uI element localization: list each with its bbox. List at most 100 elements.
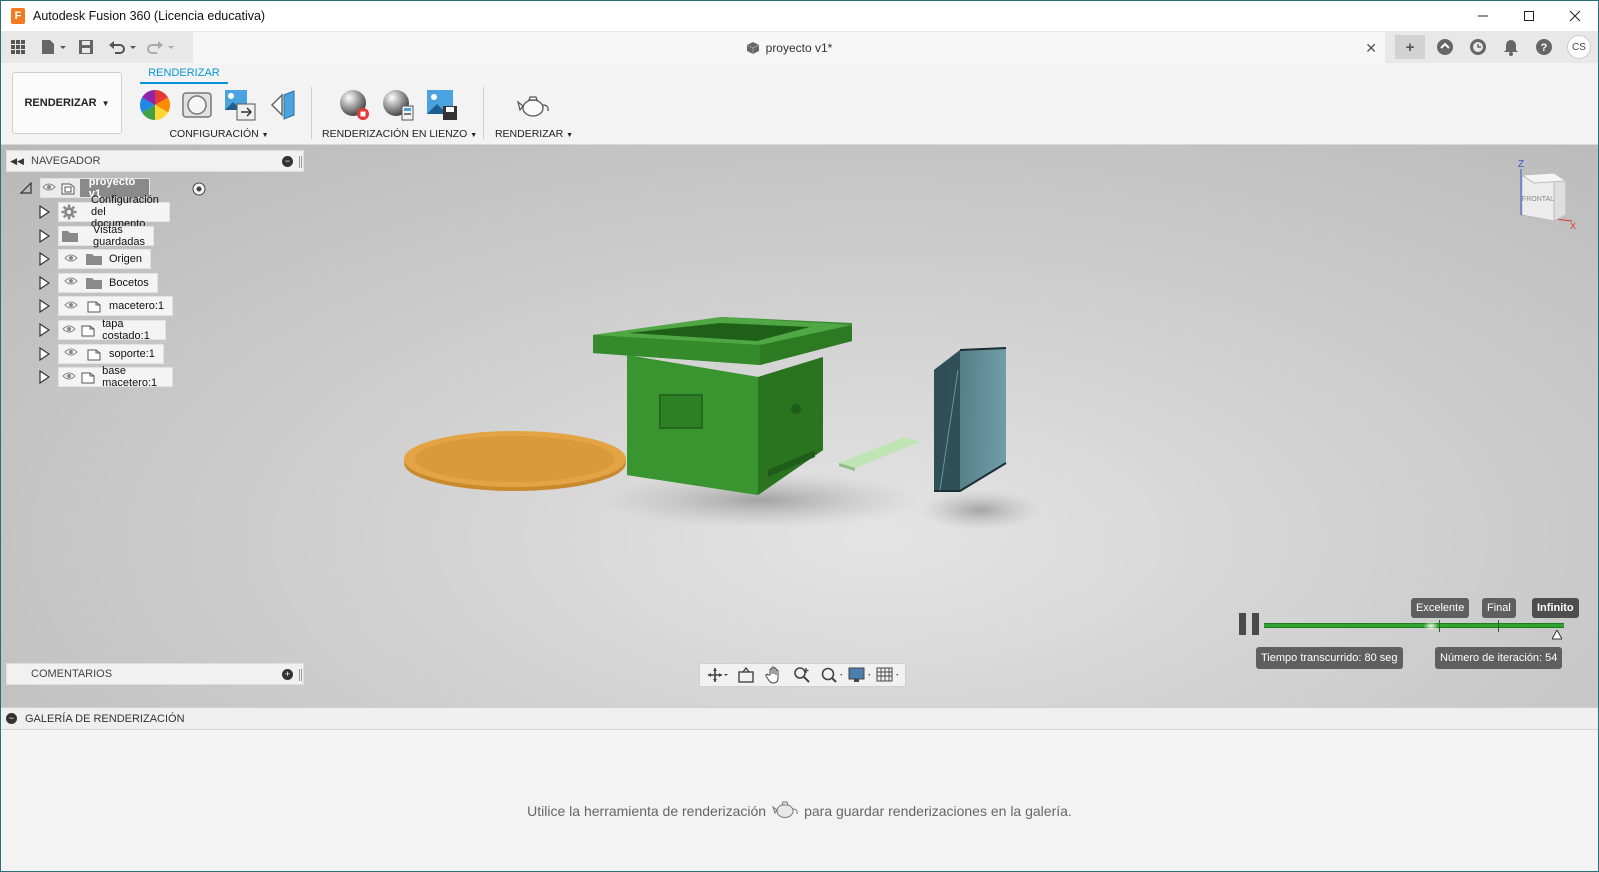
tree-item[interactable]: Configuración del documento (58, 194, 170, 230)
iteration-count-badge: Número de iteración: 54 (1435, 647, 1563, 669)
look-at-icon (738, 667, 754, 683)
new-tab-button[interactable]: + (1395, 35, 1425, 59)
caret-down-icon: ▼ (261, 132, 269, 139)
capture-image-button[interactable] (380, 87, 416, 123)
collapse-left-icon[interactable]: ◀◀ (7, 156, 27, 167)
orbit-icon (708, 668, 729, 682)
grid-icon (876, 667, 898, 682)
minimize-button[interactable] (1460, 1, 1506, 31)
progress-tick (1498, 620, 1499, 632)
document-tab-title: proyecto v1* (765, 40, 833, 55)
setup-group-label[interactable]: CONFIGURACIÓN ▼ (134, 128, 304, 140)
caret-down-icon: ▼ (470, 132, 478, 139)
close-tab-button[interactable]: ✕ (1365, 40, 1377, 57)
orbit-button[interactable] (707, 665, 729, 685)
canvas-viewport[interactable]: Z X FRONTAL ◀◀ NAVEGADOR − proyecto v1 C… (0, 145, 1599, 707)
tree-item[interactable]: tapa costado:1 (58, 318, 166, 342)
eye-icon[interactable] (61, 276, 81, 289)
redo-icon (147, 41, 174, 54)
tree-item[interactable]: Origen (58, 249, 152, 270)
eye-icon[interactable] (61, 347, 81, 360)
glass-shadow (920, 490, 1040, 530)
eye-icon[interactable] (61, 324, 76, 337)
workspace-switcher[interactable]: RENDERIZAR ▼ (12, 72, 122, 134)
gallery-header[interactable]: − GALERÍA DE RENDERIZACIÓN (0, 708, 1599, 730)
notifications-button[interactable] (1498, 35, 1524, 59)
workspace-label: RENDERIZAR (24, 97, 97, 109)
tree-item[interactable]: Bocetos (58, 272, 158, 293)
panel-grip-icon[interactable] (299, 669, 302, 681)
eye-icon[interactable] (61, 300, 81, 313)
canvas-render-label-text: RENDERIZACIÓN EN LIENZO (322, 128, 468, 140)
expand-triangle-icon[interactable] (38, 275, 50, 290)
quick-access-toolbar: proyecto v1* ✕ + ? CS (0, 31, 1599, 63)
panel-grip-icon[interactable] (299, 156, 302, 168)
minimize-panel-icon[interactable]: − (282, 156, 293, 167)
display-settings-button[interactable] (848, 665, 870, 685)
file-menu-button[interactable] (40, 35, 68, 59)
tree-item-label: Vistas guardadas (93, 223, 145, 248)
canvas-render-group-label[interactable]: RENDERIZACIÓN EN LIENZO ▼ (322, 128, 478, 140)
pause-render-button[interactable] (1239, 613, 1259, 635)
undo-button[interactable] (108, 35, 138, 59)
save-button[interactable] (78, 35, 94, 59)
eye-icon[interactable] (61, 371, 76, 384)
job-status-button[interactable] (1465, 35, 1491, 59)
expand-triangle-icon[interactable] (38, 299, 50, 314)
quality-excellent-label[interactable]: Excelente (1411, 598, 1470, 618)
zoom-button[interactable] (791, 665, 813, 685)
eye-icon[interactable] (61, 253, 81, 266)
quality-final-label[interactable]: Final (1482, 598, 1516, 618)
render-group-label[interactable]: RENDERIZAR ▼ (494, 128, 574, 140)
redo-button[interactable] (146, 35, 176, 59)
expand-triangle-icon[interactable] (38, 370, 50, 385)
tree-item[interactable]: base macetero:1 (58, 365, 174, 389)
add-comment-icon[interactable]: + (282, 669, 293, 680)
appearance-button[interactable] (138, 87, 173, 123)
render-button[interactable] (516, 87, 552, 123)
tab-renderizar[interactable]: RENDERIZAR (140, 67, 228, 84)
fit-button[interactable] (820, 665, 842, 685)
activate-radio-icon[interactable] (191, 181, 207, 200)
help-icon: ? (1536, 39, 1552, 55)
expand-triangle-icon[interactable] (38, 228, 50, 243)
physical-material-button[interactable] (181, 87, 216, 123)
eye-icon[interactable] (41, 182, 58, 195)
look-at-button[interactable] (735, 665, 757, 685)
expand-triangle-icon[interactable] (38, 205, 50, 219)
progress-glow (1424, 622, 1438, 630)
title-bar: F Autodesk Fusion 360 (Licencia educativ… (0, 0, 1599, 31)
collapse-gallery-icon[interactable]: − (6, 713, 17, 724)
image-save-icon (427, 90, 457, 120)
expand-triangle-icon[interactable] (38, 346, 50, 361)
tree-item[interactable]: Vistas guardadas (58, 223, 154, 248)
stop-canvas-render-button[interactable] (336, 87, 372, 123)
quality-infinite-label[interactable]: Infinito (1532, 598, 1579, 618)
view-cube-x-label: X (1570, 221, 1576, 231)
user-avatar[interactable]: CS (1567, 35, 1591, 59)
decal-button[interactable] (266, 87, 301, 123)
tree-item[interactable]: macetero:1 (58, 296, 174, 317)
extensions-button[interactable] (1432, 35, 1458, 59)
ribbon-toolbar: RENDERIZAR ▼ RENDERIZAR CONFIGURACIÓN ▼ … (0, 63, 1599, 145)
save-render-image-button[interactable] (424, 87, 460, 123)
comments-panel-header[interactable]: COMENTARIOS + (6, 663, 304, 685)
collapse-triangle-icon[interactable] (20, 181, 32, 195)
pan-button[interactable] (763, 665, 785, 685)
tree-item[interactable]: soporte:1 (58, 343, 164, 364)
expand-triangle-icon[interactable] (38, 323, 50, 337)
progress-marker-icon[interactable] (1551, 628, 1563, 643)
view-cube[interactable]: Z X FRONTAL (1508, 155, 1588, 235)
maximize-button[interactable] (1506, 1, 1552, 31)
scene-settings-button[interactable] (223, 87, 258, 123)
close-window-button[interactable] (1552, 1, 1598, 31)
expand-triangle-icon[interactable] (38, 252, 50, 267)
undo-icon (109, 41, 136, 54)
data-panel-button[interactable] (10, 35, 26, 59)
help-button[interactable]: ? (1531, 35, 1557, 59)
document-tab[interactable]: proyecto v1* ✕ (193, 32, 1385, 63)
caret-down-icon: ▼ (101, 98, 110, 108)
browser-panel-header[interactable]: ◀◀ NAVEGADOR − (6, 150, 304, 172)
grid-settings-button[interactable] (876, 665, 898, 685)
tree-item-label: Origen (109, 253, 143, 266)
